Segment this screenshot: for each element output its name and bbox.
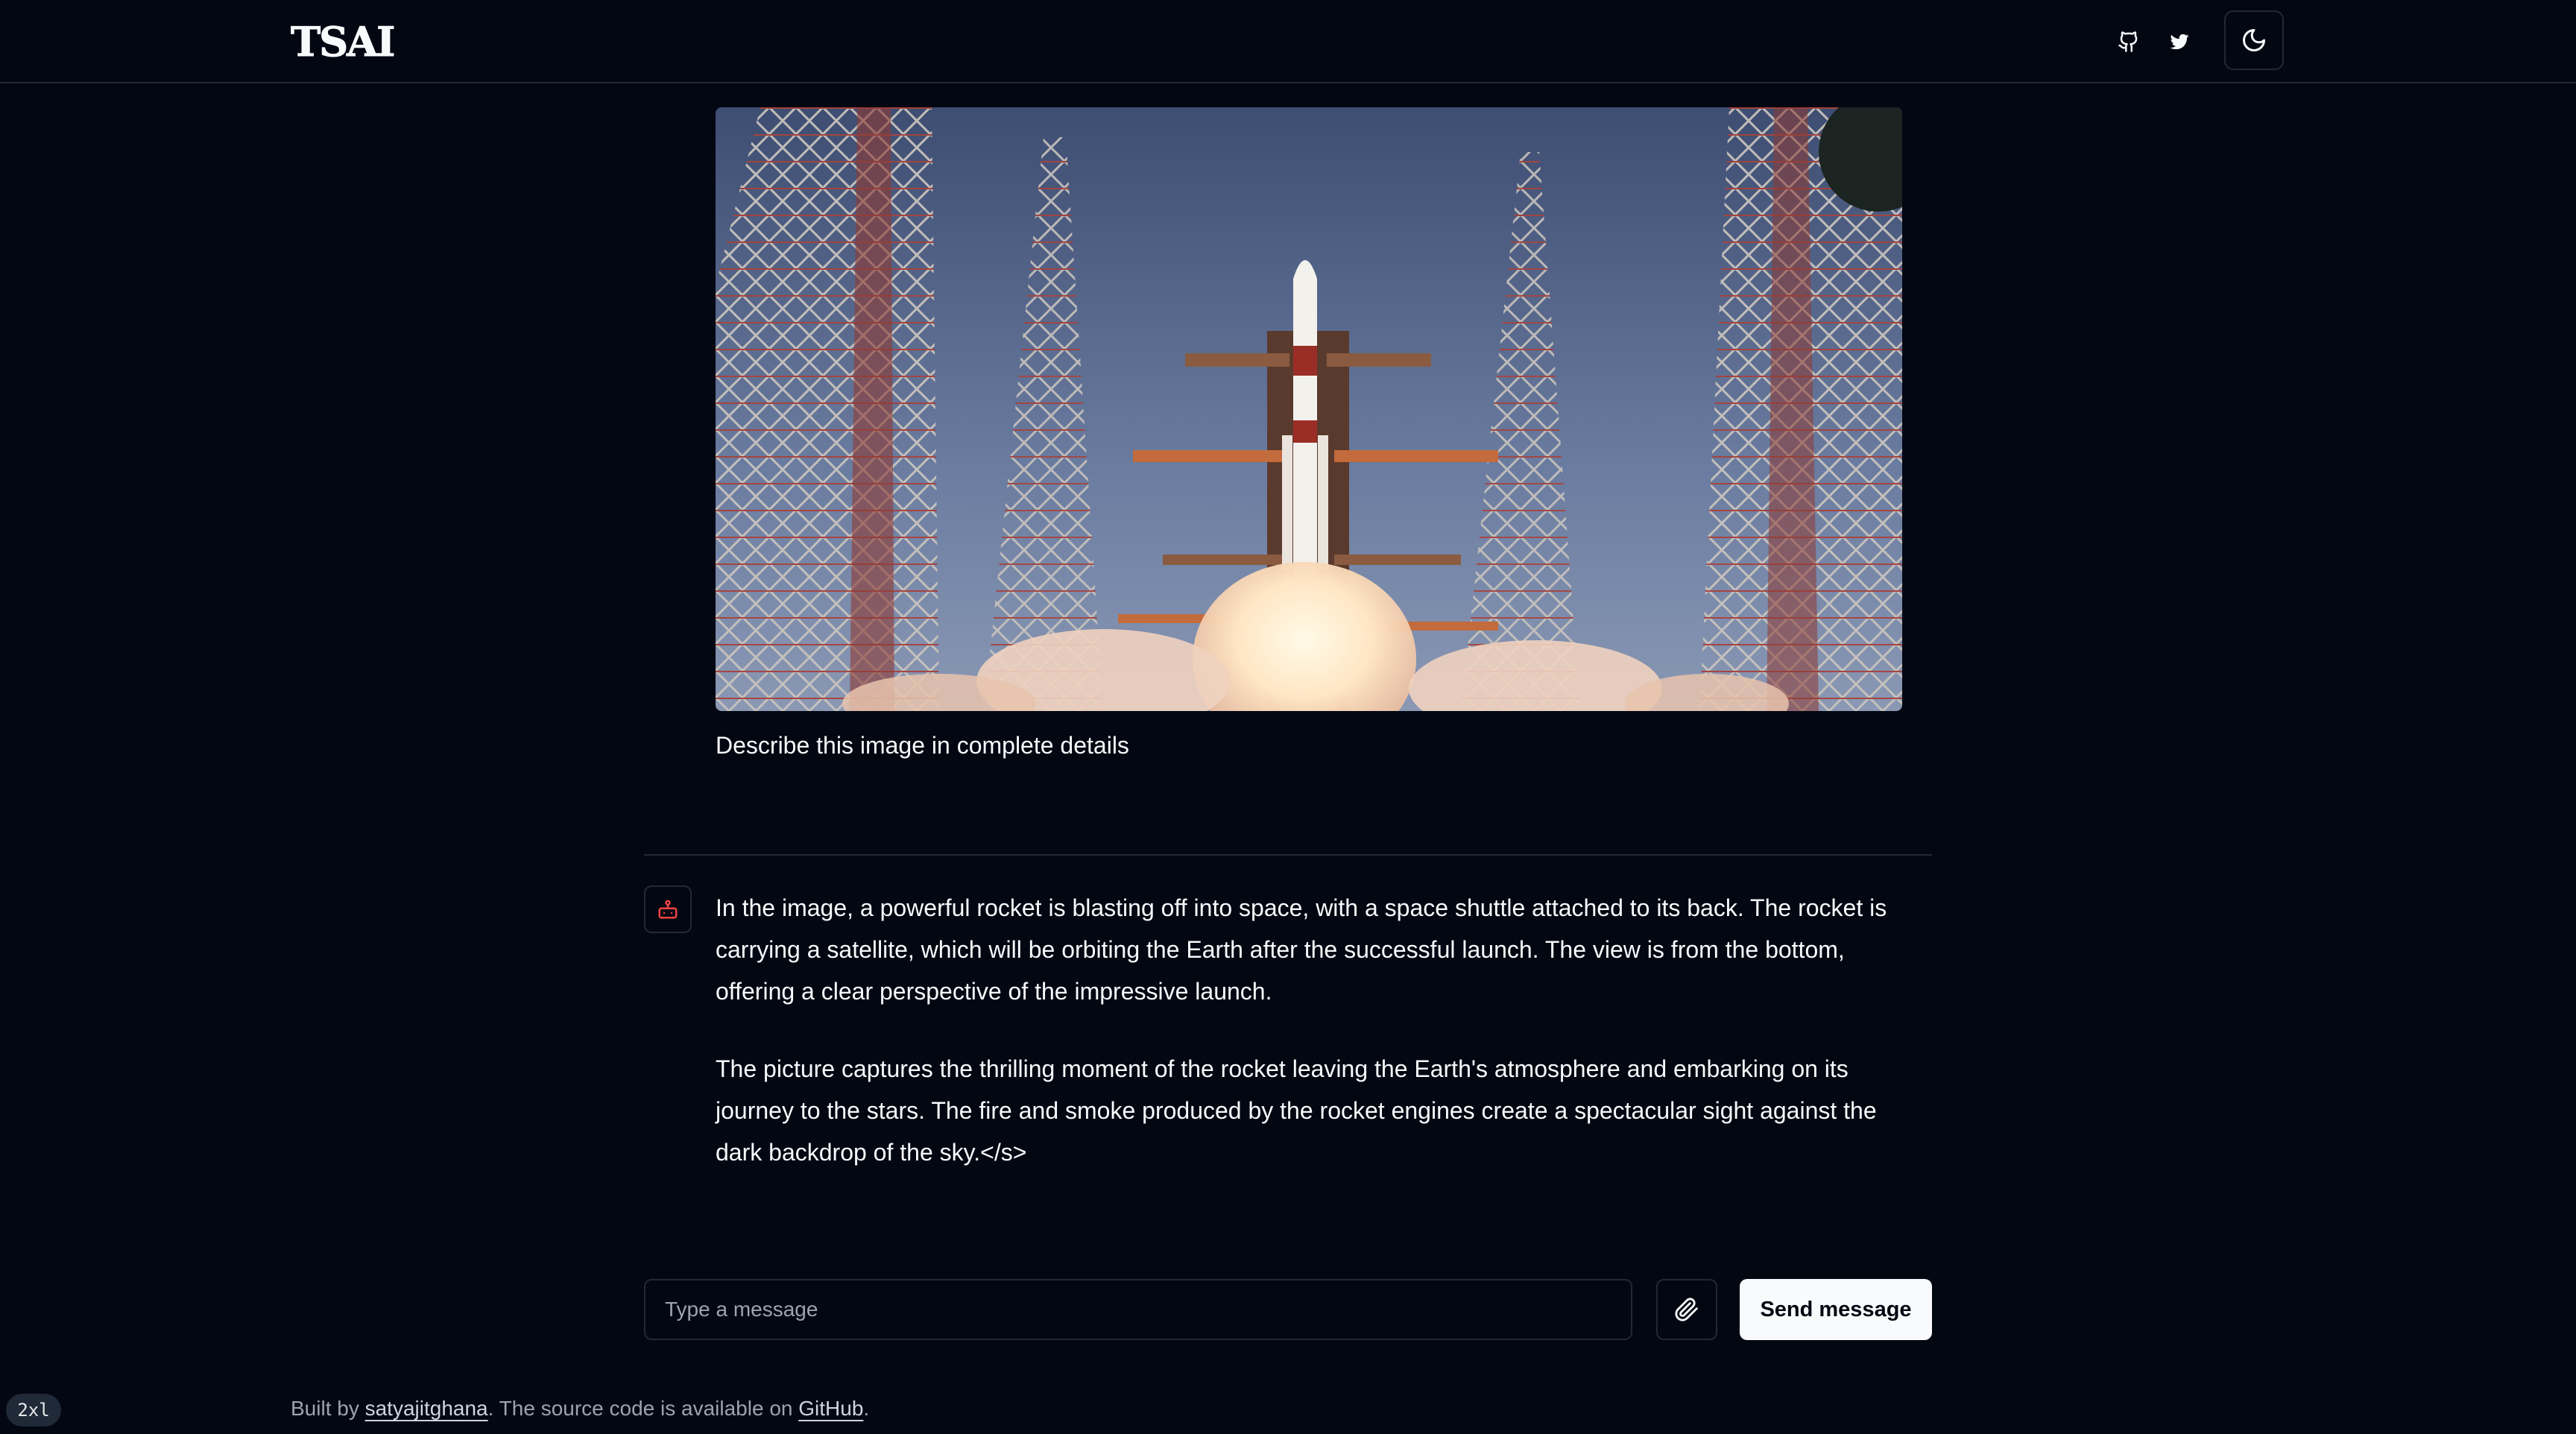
footer-text: Built by — [291, 1397, 365, 1420]
bot-paragraph: The picture captures the thrilling momen… — [716, 1055, 1877, 1166]
footer-text: . — [863, 1397, 870, 1420]
bot-message: In the image, a powerful rocket is blast… — [716, 887, 1908, 1209]
logo[interactable]: TSAI — [290, 18, 395, 66]
message-input[interactable] — [644, 1279, 1632, 1340]
twitter-icon[interactable] — [2160, 22, 2199, 61]
paperclip-icon — [1675, 1298, 1698, 1321]
user-message: Describe this image in complete details — [716, 732, 1129, 759]
author-link[interactable]: satyajitghana — [365, 1397, 488, 1420]
bot-icon — [658, 900, 678, 919]
breakpoint-badge: 2xl — [6, 1394, 61, 1427]
top-header: TSAI — [0, 0, 2576, 83]
moon-icon — [2243, 29, 2265, 51]
footer: Built by satyajitghana. The source code … — [291, 1397, 869, 1421]
rocket-launch-image — [716, 107, 1902, 711]
app-root: TSAI Describe this image in complete det… — [0, 0, 2576, 1434]
uploaded-image — [716, 107, 1902, 711]
theme-toggle-button[interactable] — [2224, 10, 2284, 70]
bot-avatar — [644, 885, 692, 933]
send-message-button[interactable]: Send message — [1740, 1279, 1932, 1340]
bot-paragraph: In the image, a powerful rocket is blast… — [716, 894, 1887, 1005]
github-icon[interactable] — [2109, 22, 2148, 61]
footer-text: . The source code is available on — [487, 1397, 799, 1420]
github-source-link[interactable]: GitHub — [798, 1397, 863, 1420]
attach-file-button[interactable] — [1656, 1279, 1717, 1340]
message-divider — [644, 854, 1932, 856]
